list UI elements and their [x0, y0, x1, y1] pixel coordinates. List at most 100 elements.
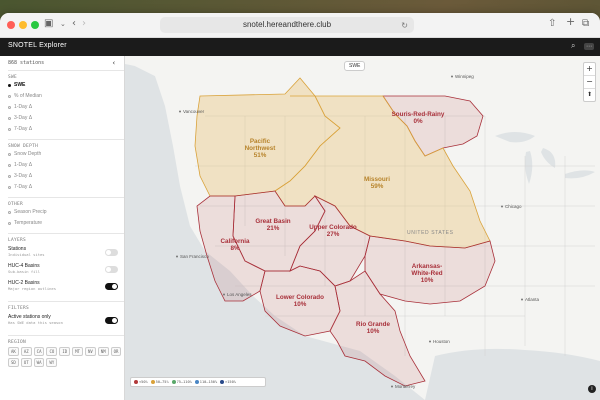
option-label: Season Precip [14, 209, 47, 215]
region-chip[interactable]: OR [110, 347, 122, 356]
radio-icon [8, 175, 11, 178]
radio-icon [8, 95, 11, 98]
region-chip[interactable]: ID [59, 347, 71, 356]
region-chip[interactable]: WA [33, 358, 45, 367]
region-chip[interactable]: CA [33, 347, 45, 356]
sidebar-toggle-icon[interactable]: ▣ [44, 18, 53, 30]
other-options: Season Precip Temperature [8, 207, 124, 229]
swe-options-option[interactable]: 3-Day Δ [8, 113, 124, 124]
radio-icon [8, 117, 11, 120]
snow-depth-options-option[interactable]: 7-Day Δ [8, 182, 124, 193]
legend-swatch [194, 380, 199, 384]
city-marker [451, 75, 453, 78]
city-marker [179, 110, 181, 113]
snow-depth-options-option[interactable]: 1-Day Δ [8, 160, 124, 171]
minimize-window-button[interactable] [19, 21, 27, 29]
legend-item: >150% [220, 380, 236, 384]
forward-icon[interactable]: › [82, 18, 86, 30]
region-chip[interactable]: MT [72, 347, 83, 356]
app-title: SNOTEL Explorer [8, 42, 67, 49]
radio-icon [8, 153, 11, 156]
huc4-toggle[interactable] [105, 266, 118, 273]
tabs-overview-icon[interactable]: ⧉ [582, 18, 589, 30]
region-chip[interactable]: NV [84, 347, 96, 356]
legend-item: <50% [134, 380, 148, 384]
radio-icon [8, 128, 11, 131]
station-count-label: 868 stations [8, 60, 45, 66]
city-label: Winnipeg [455, 74, 474, 79]
option-label: 1-Day Δ [14, 162, 33, 168]
city-label: Los Angeles [227, 292, 252, 297]
maximize-window-button[interactable] [31, 21, 39, 29]
info-icon[interactable]: i [588, 385, 596, 393]
reload-icon[interactable]: ↻ [401, 18, 408, 34]
compass-icon[interactable]: ⬆ [584, 89, 595, 101]
region-chip[interactable]: CO [46, 347, 58, 356]
other-options-option[interactable]: Temperature [8, 218, 124, 229]
region-chip[interactable]: AZ [20, 347, 32, 356]
chevron-down-icon[interactable]: ⌄ [60, 18, 66, 30]
address-bar[interactable]: snotel.hereandthere.club ↻ [160, 17, 414, 33]
other-options-option[interactable]: Season Precip [8, 207, 124, 218]
collapse-sidebar-icon[interactable]: ‹ [112, 59, 116, 67]
back-icon[interactable]: ‹ [72, 18, 76, 30]
huc2-toggle[interactable] [105, 283, 118, 290]
map-canvas[interactable]: Souris-Red-Rainy 0%Pacific Northwest 51%Mis… [125, 56, 600, 400]
map-view[interactable]: Souris-Red-Rainy 0% Pacific Northwest 51% Mis… [125, 56, 600, 400]
city-label: Vancouver [183, 109, 205, 114]
option-label: % of Median [14, 93, 42, 99]
legend-item: 110–150% [194, 380, 218, 384]
city-label: Houston [433, 339, 450, 344]
share-icon[interactable]: ⇧ [548, 18, 556, 30]
stations-toggle[interactable] [105, 249, 118, 256]
option-label: 1-Day Δ [14, 104, 33, 110]
region-chip[interactable]: AK [8, 347, 19, 356]
layer-huc2: HUC-2 Basins Major region outlines [8, 280, 124, 297]
sidebar: 868 stations ‹ SWE SWE % of Median 1-Day Δ… [0, 56, 125, 400]
swe-options: SWE % of Median 1-Day Δ 3-Day Δ 7-Day Δ [8, 80, 124, 135]
zoom-in-button[interactable]: + [584, 63, 595, 76]
legend-label: 110–150% [199, 380, 218, 384]
legend-label: <50% [139, 380, 148, 384]
search-icon[interactable]: ⌕ [571, 41, 575, 50]
region-chip[interactable]: NM [97, 347, 109, 356]
option-label: Snow Depth [14, 151, 42, 157]
swe-options-option[interactable]: SWE [8, 80, 124, 91]
radio-icon [8, 222, 11, 225]
city-marker [223, 293, 225, 296]
city-marker [176, 255, 178, 258]
menu-icon[interactable]: ⋯ [584, 43, 594, 50]
snow-depth-options-option[interactable]: 3-Day Δ [8, 171, 124, 182]
app-header: SNOTEL Explorer ⌕ ⋯ [0, 38, 600, 56]
city-label: Chicago [505, 204, 522, 209]
city-marker [391, 385, 393, 388]
region-chips: AK AZ CA CO ID MT NV NM OR SD UT WA WY [8, 345, 124, 367]
swe-options-option[interactable]: 1-Day Δ [8, 102, 124, 113]
browser-toolbar: ▣ ⌄ ‹ › snotel.hereandthere.club ↻ ⇧ + ⧉ [0, 13, 600, 38]
new-tab-icon[interactable]: + [566, 16, 575, 28]
region-chip[interactable]: UT [20, 358, 32, 367]
station-count: 868 stations ‹ [8, 59, 124, 67]
region-chip[interactable]: WY [46, 358, 58, 367]
radio-icon [8, 186, 11, 189]
active-stations-toggle[interactable] [105, 317, 118, 324]
swe-layer-button[interactable]: SWE [344, 61, 366, 71]
region-chip[interactable]: SD [8, 358, 19, 367]
gulf-of-mexico [425, 348, 600, 400]
snow-depth-options-option[interactable]: Snow Depth [8, 149, 124, 160]
option-label: 3-Day Δ [14, 115, 33, 121]
snow-depth-options: Snow Depth 1-Day Δ 3-Day Δ 7-Day Δ [8, 149, 124, 193]
swe-options-option[interactable]: % of Median [8, 91, 124, 102]
layer-huc4: HUC-4 Basins Sub-basin fill [8, 263, 124, 280]
option-label: 7-Day Δ [14, 126, 33, 132]
zoom-out-button[interactable]: − [584, 76, 595, 89]
close-window-button[interactable] [7, 21, 15, 29]
city-marker [501, 205, 503, 208]
legend-swatch [171, 380, 176, 384]
layer-stations: Stations Individual sites [8, 246, 124, 263]
zoom-controls: + − ⬆ [583, 62, 596, 102]
swe-options-option[interactable]: 7-Day Δ [8, 124, 124, 135]
legend-label: 75–110% [176, 380, 192, 384]
url-text: snotel.hereandthere.club [242, 20, 332, 29]
city-label: San Francisco [180, 254, 209, 259]
